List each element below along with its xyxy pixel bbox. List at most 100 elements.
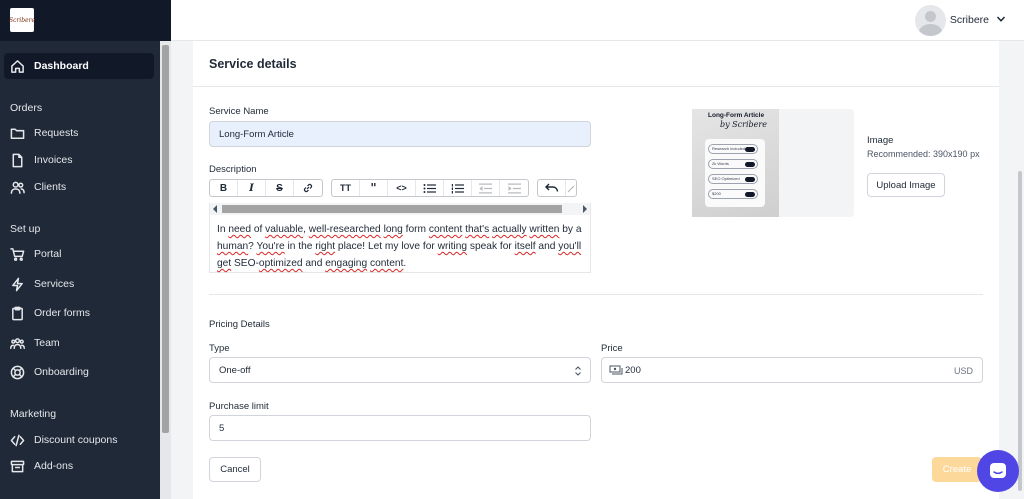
purchase-limit-label: Purchase limit	[209, 401, 269, 412]
cash-icon	[609, 365, 623, 375]
sidebar-item-requests[interactable]: Requests	[4, 120, 154, 146]
indent-icon	[507, 183, 521, 193]
sidebar-item-discount-coupons[interactable]: Discount coupons	[4, 427, 154, 453]
image-label: Image	[867, 135, 894, 146]
link-button[interactable]	[294, 180, 322, 196]
quote-button[interactable]: "	[360, 180, 388, 196]
section-setup: Set up	[10, 223, 41, 235]
sidebar-item-dashboard[interactable]: Dashboard	[4, 53, 154, 79]
create-button[interactable]: Create	[932, 457, 982, 482]
home-icon	[11, 59, 24, 73]
pricing-details-title: Pricing Details	[209, 319, 270, 330]
description-editor[interactable]: In need of valuable, well-researched lon…	[209, 215, 591, 273]
lightning-icon	[12, 277, 23, 291]
sidebar-item-label: Dashboard	[34, 60, 89, 72]
link-icon	[303, 183, 313, 193]
undo-button[interactable]	[538, 180, 566, 196]
sidebar-item-label: Portal	[34, 248, 62, 260]
thumbnail-title: Long-Form Article	[708, 112, 765, 119]
service-name-value: Long-Form Article	[219, 128, 294, 140]
spellcheck-word: actually	[492, 224, 527, 235]
username[interactable]: Scribere	[950, 14, 989, 26]
scroll-right-icon[interactable]	[582, 205, 588, 213]
spellcheck-word: valuable	[265, 224, 304, 235]
outdent-button[interactable]	[472, 180, 500, 196]
sidebar-scroll-thumb[interactable]	[162, 45, 169, 433]
users-icon	[10, 181, 25, 194]
sidebar-scrollbar[interactable]	[160, 41, 171, 499]
italic-button[interactable]: I	[238, 180, 266, 196]
type-label: Type	[209, 343, 230, 354]
description-text: .	[403, 258, 407, 269]
thumbnail-card: Research included 2k Words SEO Optimized…	[705, 139, 765, 207]
avatar[interactable]	[915, 5, 946, 36]
service-name-input[interactable]: Long-Form Article	[209, 121, 591, 147]
scroll-left-icon[interactable]	[212, 205, 218, 213]
indent-button[interactable]	[500, 180, 528, 196]
chat-launcher-button[interactable]	[977, 450, 1019, 492]
cancel-button[interactable]: Cancel	[209, 457, 261, 482]
description-text: place! Let my love for	[335, 241, 438, 252]
spellcheck-word: You're	[256, 241, 285, 252]
sidebar-item-label: Discount coupons	[34, 434, 118, 446]
archive-icon	[10, 460, 25, 472]
main-scrollbar[interactable]	[1000, 41, 1024, 499]
purchase-limit-value: 5	[219, 422, 225, 434]
spellcheck-word: itself	[514, 241, 536, 252]
redo-button[interactable]	[566, 180, 576, 196]
sidebar-item-onboarding[interactable]: Onboarding	[4, 359, 154, 385]
document-icon	[12, 153, 23, 167]
chat-icon	[990, 463, 1006, 478]
heading-button[interactable]: TT	[332, 180, 360, 196]
spellcheck-word: written	[529, 224, 560, 235]
description-text: In	[217, 224, 229, 235]
bold-button[interactable]: B	[210, 180, 238, 196]
sidebar-item-services[interactable]: Services	[4, 271, 154, 297]
sidebar-item-order-forms[interactable]: Order forms	[4, 300, 154, 326]
sidebar-item-label: Services	[34, 278, 75, 290]
type-select[interactable]: One-off	[209, 357, 591, 383]
chevron-up-down-icon	[575, 366, 581, 376]
sidebar-item-invoices[interactable]: Invoices	[4, 147, 154, 173]
service-name-label: Service Name	[209, 106, 269, 117]
image-recommended-size: Recommended: 390x190 px	[867, 149, 980, 159]
sidebar: Scribere Dashboard Orders Requests Invoi…	[0, 0, 171, 499]
price-input[interactable]: 200 USD	[601, 357, 983, 383]
topbar: Scribere	[171, 0, 1024, 41]
chevron-down-icon[interactable]	[996, 14, 1006, 24]
type-select-value: One-off	[219, 364, 251, 376]
sidebar-item-label: Requests	[34, 127, 79, 139]
spellcheck-word: content	[369, 258, 404, 269]
sidebar-item-label: Invoices	[34, 154, 73, 166]
strikethrough-button[interactable]: S	[266, 180, 294, 196]
spellcheck-word: engaging	[325, 258, 368, 269]
undo-icon	[544, 183, 558, 192]
description-text: by a	[559, 224, 582, 235]
sidebar-item-team[interactable]: Team	[4, 330, 154, 356]
thumbnail-pill: SEO Optimized	[708, 174, 758, 184]
service-image: Long-Form Article by Scribere Research i…	[692, 109, 779, 217]
purchase-limit-input[interactable]: 5	[209, 415, 591, 441]
sidebar-item-clients[interactable]: Clients	[4, 174, 154, 200]
upload-image-button[interactable]: Upload Image	[867, 173, 945, 197]
toolbar-horizontal-scrollbar[interactable]	[209, 203, 591, 215]
sidebar-item-label: Team	[34, 337, 60, 349]
brand-logo[interactable]: Scribere	[9, 8, 35, 32]
numbered-list-button[interactable]	[444, 180, 472, 196]
section-divider	[209, 294, 983, 295]
description-label: Description	[209, 164, 257, 175]
spellcheck-word: right	[315, 241, 336, 252]
bullet-list-button[interactable]	[416, 180, 444, 196]
service-details-card: Service details Service Name Long-Form A…	[193, 41, 999, 499]
sidebar-item-add-ons[interactable]: Add-ons	[4, 453, 154, 479]
code-button[interactable]: <>	[388, 180, 416, 196]
main-scroll-thumb[interactable]	[1018, 171, 1022, 491]
redo-icon	[567, 185, 575, 193]
spellcheck-word: human	[217, 241, 249, 252]
description-text: and	[302, 258, 326, 269]
sidebar-item-portal[interactable]: Portal	[4, 241, 154, 267]
team-icon	[10, 337, 25, 349]
logo-bar: Scribere	[0, 0, 171, 41]
toolbar-scroll-thumb[interactable]	[222, 205, 562, 213]
thumbnail-subtitle: by Scribere	[720, 120, 767, 129]
